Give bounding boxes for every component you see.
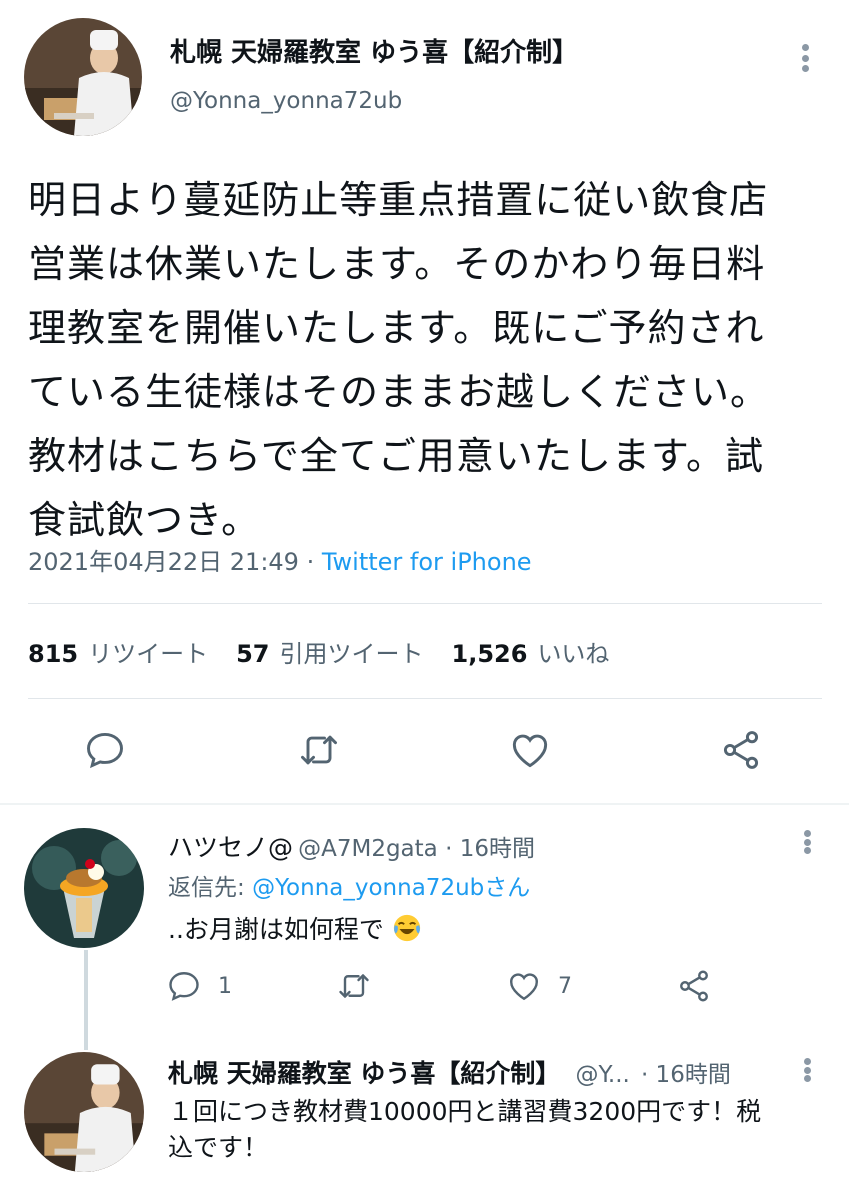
- reply2-text-line: 込です！: [168, 1133, 269, 1162]
- share-button[interactable]: [716, 725, 766, 775]
- main-handle[interactable]: @Yonna_yonna72ub: [170, 88, 402, 114]
- reply2-text-line: １回につき教材費10000円と講習費3200円です！税: [168, 1097, 762, 1126]
- share-icon: [680, 970, 708, 1002]
- tweet-timestamp[interactable]: 2021年04月22日 21:49: [28, 548, 299, 576]
- likes-count[interactable]: 1,526: [452, 640, 528, 668]
- reply1-retweet-button[interactable]: [336, 966, 388, 1006]
- tweet-meta: 2021年04月22日 21:49 · Twitter for iPhone: [28, 542, 532, 577]
- tweet-text-line: 教材はこちらで全てご用意いたします。試: [28, 434, 765, 478]
- reply2-handle[interactable]: @Y...: [576, 1062, 630, 1088]
- reply2-avatar[interactable]: [24, 1052, 144, 1172]
- reply1-like-count: 7: [558, 973, 572, 999]
- reply1-avatar[interactable]: [24, 828, 144, 948]
- like-icon: [510, 973, 538, 1001]
- reply1-reply-to: 返信先: @Yonna_yonna72ubさん: [168, 868, 530, 902]
- tweet-stats: 815 リツイート 57 引用ツイート 1,526 いいね: [28, 634, 637, 669]
- divider: [28, 698, 822, 699]
- share-icon: [723, 731, 759, 769]
- like-button[interactable]: [505, 725, 555, 775]
- reply1-like-button[interactable]: 7: [506, 966, 572, 1006]
- reply2-header: 札幌 天婦羅教室 ゆう喜【紹介制】 @Y... · 16時間: [168, 1054, 731, 1090]
- retweet-icon: [301, 735, 337, 765]
- main-display-name[interactable]: 札幌 天婦羅教室 ゆう喜【紹介制】: [170, 32, 578, 69]
- tweet-text-line: 営業は休業いたします。そのかわり毎日料: [28, 242, 766, 286]
- retweets-label[interactable]: リツイート: [88, 640, 208, 668]
- reply1-header: ハツセノ@ @A7M2gata · 16時間: [168, 828, 535, 864]
- reply1-display-name[interactable]: ハツセノ@: [168, 833, 293, 862]
- retweet-button[interactable]: [294, 725, 344, 775]
- reply2-text: １回につき教材費10000円と講習費3200円です！税 込です！: [168, 1094, 761, 1166]
- retweets-count[interactable]: 815: [28, 640, 78, 668]
- tweet-source[interactable]: Twitter for iPhone: [322, 548, 532, 576]
- reply2-time[interactable]: · 16時間: [641, 1062, 731, 1088]
- more-vertical-icon[interactable]: [797, 824, 817, 860]
- reply-icon: [87, 732, 123, 769]
- section-separator: [0, 803, 849, 805]
- tweet-text-line: ている生徒様はそのままお越しください。: [28, 370, 770, 414]
- like-icon: [512, 734, 548, 768]
- more-vertical-icon[interactable]: [795, 38, 815, 78]
- meta-separator: ·: [298, 548, 322, 576]
- reply-button[interactable]: [80, 725, 130, 775]
- tweet-text-line: 明日より蔓延防止等重点措置に従い飲食店: [28, 178, 769, 222]
- more-vertical-icon[interactable]: [797, 1052, 817, 1088]
- reply1-handle-time[interactable]: @A7M2gata · 16時間: [298, 836, 535, 862]
- reply-to-handle[interactable]: @Yonna_yonna72ubさん: [252, 875, 530, 901]
- divider: [28, 603, 822, 604]
- reply1-text-content: ..お月謝は如何程で: [168, 915, 384, 944]
- reply2-display-name[interactable]: 札幌 天婦羅教室 ゆう喜【紹介制】: [168, 1059, 560, 1088]
- reply1-text: ..お月謝は如何程で: [168, 910, 422, 946]
- tweet-text-line: 理教室を開催いたします。既にご予約され: [28, 306, 765, 350]
- reply-to-prefix: 返信先:: [168, 875, 253, 901]
- reply-icon: [169, 972, 199, 1001]
- face-with-tears-of-joy-emoji: [393, 914, 420, 942]
- quotes-label[interactable]: 引用ツイート: [280, 640, 424, 668]
- tweet-text: 明日より蔓延防止等重点措置に従い飲食店 営業は休業いたします。そのかわり毎日料 …: [28, 168, 828, 552]
- main-avatar[interactable]: [24, 18, 142, 136]
- likes-label[interactable]: いいね: [537, 640, 609, 668]
- quotes-count[interactable]: 57: [236, 640, 269, 668]
- reply1-reply-count: 1: [218, 973, 232, 999]
- reply1-share-button[interactable]: [676, 966, 712, 1006]
- reply1-reply-button[interactable]: 1: [166, 966, 232, 1006]
- retweet-icon: [339, 974, 369, 998]
- thread-connector: [84, 950, 88, 1050]
